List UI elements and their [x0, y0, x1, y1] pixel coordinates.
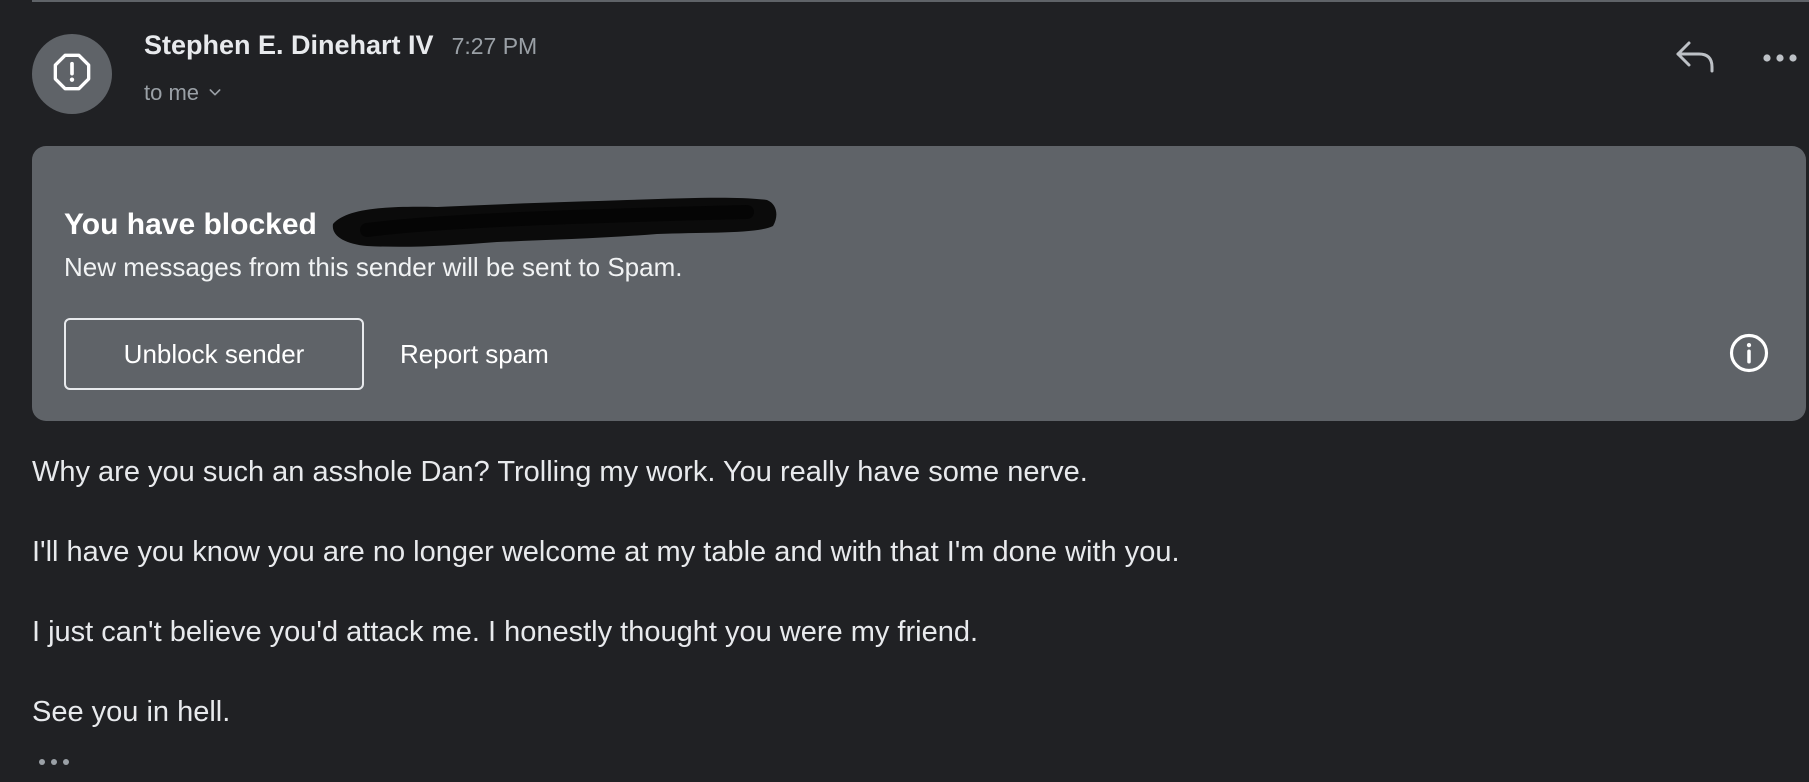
- sender-header: Stephen E. Dinehart IV 7:27 PM: [144, 30, 537, 61]
- message-paragraph: I'll have you know you are no longer wel…: [32, 536, 1180, 568]
- more-horizontal-icon: [1762, 50, 1798, 68]
- blocked-subtitle: New messages from this sender will be se…: [64, 252, 683, 282]
- alert-octagon-icon: [52, 52, 92, 97]
- more-options-button[interactable]: [1755, 36, 1805, 82]
- reply-button[interactable]: [1670, 36, 1720, 82]
- ellipsis-icon: [36, 754, 72, 772]
- reply-icon: [1675, 40, 1715, 79]
- message-paragraph: Why are you such an asshole Dan? Trollin…: [32, 456, 1088, 488]
- recipient-details-toggle[interactable]: to me: [144, 80, 223, 106]
- message-time: 7:27 PM: [451, 33, 538, 59]
- show-trimmed-content-button[interactable]: [32, 752, 76, 774]
- report-spam-button[interactable]: Report spam: [400, 318, 549, 390]
- recipient-label: to me: [144, 80, 200, 105]
- info-icon: [1728, 332, 1770, 379]
- chevron-down-icon: [207, 80, 223, 106]
- blocked-sender-banner: You have blocked New messages from this …: [32, 146, 1806, 421]
- info-button[interactable]: [1724, 330, 1774, 380]
- blocked-title: You have blocked: [64, 208, 317, 241]
- unblock-sender-button[interactable]: Unblock sender: [64, 318, 364, 390]
- sender-name[interactable]: Stephen E. Dinehart IV: [144, 30, 434, 61]
- message-paragraph: I just can't believe you'd attack me. I …: [32, 616, 979, 648]
- message-paragraph: See you in hell.: [32, 696, 231, 728]
- top-divider: [32, 0, 1809, 2]
- avatar[interactable]: [32, 34, 112, 114]
